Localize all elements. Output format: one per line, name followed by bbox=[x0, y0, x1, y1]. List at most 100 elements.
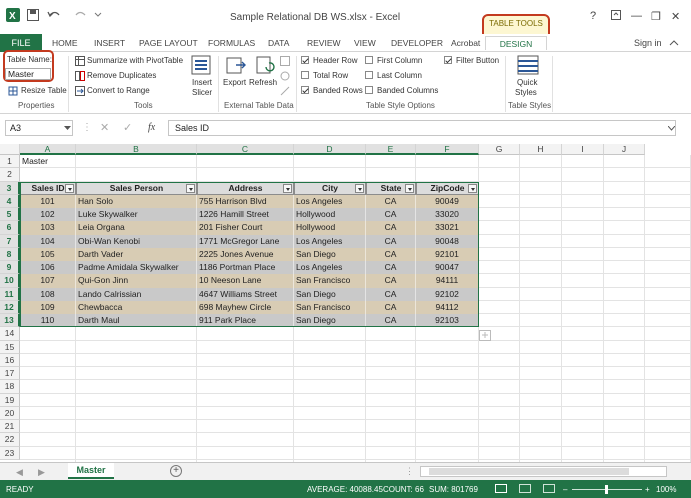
table-cell[interactable]: 33021 bbox=[416, 221, 479, 235]
row-header-17[interactable]: 17 bbox=[0, 367, 20, 381]
confirm-entry-icon[interactable]: ✓ bbox=[123, 121, 132, 134]
table-cell[interactable]: Los Angeles bbox=[294, 261, 366, 275]
sheet-tab-master[interactable]: Master bbox=[68, 463, 114, 479]
minimize-button[interactable]: — bbox=[631, 10, 642, 22]
table-cell[interactable]: CA bbox=[366, 234, 416, 248]
insert-function-icon[interactable]: fx bbox=[148, 122, 155, 133]
table-cell[interactable]: 108 bbox=[20, 287, 76, 301]
column-header-j[interactable]: J bbox=[604, 144, 645, 155]
open-browser-icon[interactable] bbox=[280, 71, 290, 81]
filter-dropdown-icon[interactable] bbox=[283, 183, 292, 193]
table-cell[interactable]: Obi-Wan Kenobi bbox=[76, 234, 197, 248]
table-header-sales-person[interactable]: Sales Person bbox=[76, 181, 197, 195]
table-cell[interactable]: 92101 bbox=[416, 247, 479, 261]
filter-dropdown-icon[interactable] bbox=[355, 183, 364, 193]
refresh-icon[interactable] bbox=[255, 55, 275, 75]
row-header-16[interactable]: 16 bbox=[0, 353, 20, 367]
help-button[interactable]: ? bbox=[590, 10, 596, 22]
table-cell[interactable]: 92102 bbox=[416, 287, 479, 301]
tab-view[interactable]: VIEW bbox=[354, 38, 376, 48]
customize-toolbar-icon[interactable] bbox=[94, 10, 102, 18]
refresh-button[interactable]: Refresh bbox=[249, 78, 277, 87]
table-cell[interactable]: Hollywood bbox=[294, 208, 366, 222]
table-cell[interactable]: San Francisco bbox=[294, 274, 366, 288]
zoom-slider-thumb[interactable] bbox=[605, 485, 608, 494]
table-cell[interactable]: CA bbox=[366, 208, 416, 222]
column-header-a[interactable]: A bbox=[20, 144, 76, 155]
table-cell[interactable]: Han Solo bbox=[76, 194, 197, 208]
quick-analysis-icon[interactable] bbox=[479, 330, 499, 344]
row-header-23[interactable]: 23 bbox=[0, 446, 20, 460]
banded-rows-checkbox[interactable] bbox=[301, 86, 309, 94]
properties-icon[interactable] bbox=[280, 56, 290, 66]
filter-dropdown-icon[interactable] bbox=[186, 183, 195, 193]
next-sheet-icon[interactable]: ▶ bbox=[38, 467, 45, 478]
row-header-14[interactable]: 14 bbox=[0, 327, 20, 341]
table-cell[interactable]: 911 Park Place bbox=[197, 314, 294, 328]
table-cell[interactable]: Qui-Gon Jinn bbox=[76, 274, 197, 288]
table-cell[interactable]: 1771 McGregor Lane bbox=[197, 234, 294, 248]
collapse-ribbon-icon[interactable] bbox=[669, 39, 679, 47]
column-header-b[interactable]: B bbox=[76, 144, 197, 155]
table-cell[interactable]: 94112 bbox=[416, 300, 479, 314]
restore-button[interactable]: ❐ bbox=[651, 10, 661, 23]
table-cell[interactable]: 33020 bbox=[416, 208, 479, 222]
quick-styles-label[interactable]: Quick bbox=[517, 78, 537, 87]
table-cell[interactable]: 101 bbox=[20, 194, 76, 208]
table-cell[interactable]: Darth Maul bbox=[76, 314, 197, 328]
cell-a1[interactable]: Master bbox=[20, 155, 50, 168]
table-cell[interactable]: 104 bbox=[20, 234, 76, 248]
tab-review[interactable]: REVIEW bbox=[307, 38, 341, 48]
table-header-address[interactable]: Address bbox=[197, 181, 294, 195]
tab-insert[interactable]: INSERT bbox=[94, 38, 125, 48]
row-header-2[interactable]: 2 bbox=[0, 168, 20, 182]
formula-input[interactable]: Sales ID bbox=[168, 120, 676, 136]
table-cell[interactable]: Hollywood bbox=[294, 221, 366, 235]
row-header-11[interactable]: 11 bbox=[0, 287, 20, 301]
table-cell[interactable]: 92103 bbox=[416, 314, 479, 328]
export-icon[interactable] bbox=[226, 55, 246, 75]
zoom-level[interactable]: 100% bbox=[656, 485, 676, 494]
convert-to-range-button[interactable]: Convert to Range bbox=[87, 86, 150, 95]
filter-dropdown-icon[interactable] bbox=[65, 183, 74, 193]
resize-table-button[interactable]: Resize Table bbox=[21, 86, 67, 95]
table-header-state[interactable]: State bbox=[366, 181, 416, 195]
name-box-dropdown-icon[interactable] bbox=[64, 126, 71, 131]
table-cell[interactable]: 10 Neeson Lane bbox=[197, 274, 294, 288]
zoom-out-icon[interactable]: – bbox=[563, 485, 567, 494]
filter-button-checkbox[interactable] bbox=[444, 56, 452, 64]
table-cell[interactable]: CA bbox=[366, 194, 416, 208]
table-cell[interactable]: CA bbox=[366, 261, 416, 275]
table-cell[interactable]: San Francisco bbox=[294, 300, 366, 314]
sign-in-link[interactable]: Sign in bbox=[634, 38, 662, 48]
table-cell[interactable]: Lando Calrissian bbox=[76, 287, 197, 301]
row-header-12[interactable]: 12 bbox=[0, 300, 20, 314]
row-header-18[interactable]: 18 bbox=[0, 380, 20, 394]
table-cell[interactable]: CA bbox=[366, 274, 416, 288]
table-cell[interactable]: CA bbox=[366, 247, 416, 261]
table-cell[interactable]: Chewbacca bbox=[76, 300, 197, 314]
tab-formulas[interactable]: FORMULAS bbox=[208, 38, 255, 48]
name-box[interactable]: A3 bbox=[5, 120, 73, 136]
remove-duplicates-button[interactable]: Remove Duplicates bbox=[87, 71, 156, 80]
column-header-e[interactable]: E bbox=[366, 144, 416, 155]
tab-design[interactable]: DESIGN bbox=[485, 36, 547, 50]
table-cell[interactable]: 110 bbox=[20, 314, 76, 328]
table-cell[interactable]: Padme Amidala Skywalker bbox=[76, 261, 197, 275]
table-header-sales-id[interactable]: Sales ID bbox=[20, 181, 76, 195]
filter-dropdown-icon[interactable] bbox=[468, 183, 477, 193]
table-cell[interactable]: 1226 Hamill Street bbox=[197, 208, 294, 222]
column-header-d[interactable]: D bbox=[294, 144, 366, 155]
row-header-3[interactable]: 3 bbox=[0, 181, 20, 195]
zoom-in-icon[interactable]: + bbox=[645, 485, 650, 494]
banded-columns-checkbox[interactable] bbox=[365, 86, 373, 94]
column-header-g[interactable]: G bbox=[479, 144, 520, 155]
row-header-5[interactable]: 5 bbox=[0, 208, 20, 222]
table-cell[interactable]: CA bbox=[366, 287, 416, 301]
row-header-20[interactable]: 20 bbox=[0, 406, 20, 420]
table-cell[interactable]: Los Angeles bbox=[294, 234, 366, 248]
tab-acrobat[interactable]: Acrobat bbox=[451, 38, 480, 48]
ribbon-display-icon[interactable] bbox=[611, 10, 621, 20]
redo-icon[interactable] bbox=[72, 9, 88, 21]
view-buttons[interactable] bbox=[495, 484, 555, 494]
